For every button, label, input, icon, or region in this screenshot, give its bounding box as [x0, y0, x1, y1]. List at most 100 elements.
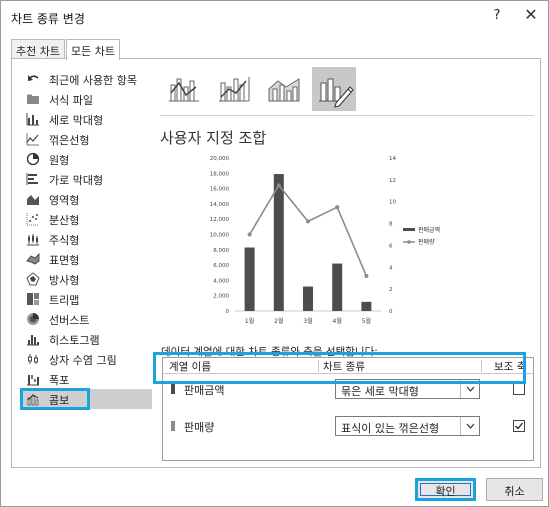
x-tick-label: 1월 — [245, 317, 254, 325]
bar-판매금액 — [244, 247, 255, 311]
pie-chart-icon — [26, 152, 40, 166]
series-color-swatch — [171, 421, 175, 431]
legend-marker — [407, 240, 411, 244]
sidebar-item-combo-chart[interactable]: 콤보 — [20, 388, 152, 410]
y-tick-label: 20,000 — [210, 156, 230, 162]
sidebar-item-folder[interactable]: 서식 파일 — [20, 89, 152, 109]
sidebar-item-box-whisker[interactable]: 상자 수염 그림 — [20, 349, 152, 369]
scatter-chart-icon — [26, 212, 40, 226]
sidebar-item-label: 폭포 — [49, 374, 70, 387]
ok-button[interactable]: 확인 — [415, 478, 476, 501]
undo-icon — [26, 72, 40, 86]
chart-preview-svg: 0 2,000 4,000 6,000 8,000 10,000 12,000 14,000 1… — [193, 150, 463, 332]
secondary-axis-checkbox[interactable] — [513, 420, 525, 432]
sidebar-item-label: 꺾은선형 — [49, 134, 90, 147]
series-name: 판매금액 — [184, 384, 225, 397]
chart-type-value: 묶은 세로 막대형 — [341, 385, 419, 398]
treemap-icon — [26, 292, 40, 306]
ok-button-label: 확인 — [435, 485, 456, 498]
clustered-column-line-secondary-icon[interactable] — [212, 67, 256, 111]
x-tick-label: 3월 — [303, 317, 312, 325]
legend-swatch-bar — [403, 228, 415, 231]
sidebar-item-histogram[interactable]: 히스토그램 — [20, 329, 152, 349]
chevron-down-icon[interactable] — [460, 417, 479, 435]
sidebar-item-scatter-chart[interactable]: 분산형 — [20, 209, 152, 229]
y-tick-label: 4,000 — [213, 278, 229, 284]
sidebar-item-label: 트리맵 — [49, 294, 80, 307]
chart-type-value: 표식이 있는 꺾은선형 — [341, 422, 440, 435]
stacked-area-column-icon[interactable] — [262, 67, 306, 111]
line-marker — [364, 274, 369, 279]
highlight-box — [20, 388, 90, 410]
sidebar-item-label: 서식 파일 — [49, 94, 93, 107]
sidebar-item-label: 가로 막대형 — [49, 174, 104, 187]
bar-판매금액 — [273, 174, 284, 311]
line-marker — [306, 219, 310, 224]
custom-combo-icon[interactable] — [312, 67, 356, 111]
close-icon[interactable]: ✕ — [521, 5, 541, 24]
divider — [160, 115, 534, 116]
clustered-column-line-icon[interactable] — [162, 67, 206, 111]
y2-tick-label: 4 — [389, 265, 393, 271]
sidebar-item-label: 히스토그램 — [49, 334, 100, 347]
box-whisker-icon — [26, 352, 40, 366]
legend-label: 판매량 — [418, 238, 435, 246]
x-tick-label: 5월 — [362, 317, 371, 325]
sidebar-item-surface-chart[interactable]: 표면형 — [20, 249, 152, 269]
sidebar-item-radar-chart[interactable]: 방사형 — [20, 269, 152, 289]
y-tick-label: 10,000 — [210, 233, 230, 239]
sidebar-item-label: 최근에 사용한 항목 — [49, 74, 137, 87]
y-tick-label: 14,000 — [210, 202, 230, 208]
sidebar-item-pie-chart[interactable]: 원형 — [20, 149, 152, 169]
sidebar-item-treemap[interactable]: 트리맵 — [20, 289, 152, 309]
checkmark-icon — [515, 422, 524, 430]
sidebar-item-undo[interactable]: 최근에 사용한 항목 — [20, 69, 152, 89]
sidebar-item-column-chart[interactable]: 세로 막대형 — [20, 109, 152, 129]
waterfall-icon — [26, 372, 40, 386]
column-chart-icon — [26, 112, 40, 126]
series-name: 판매량 — [184, 421, 215, 434]
highlight-box — [153, 352, 526, 384]
y-tick-label: 0 — [226, 309, 230, 315]
y-tick-label: 12,000 — [210, 217, 230, 223]
y2-tick-label: 10 — [389, 200, 396, 206]
tab-recommended-charts[interactable]: 추천 차트 — [11, 39, 65, 58]
radar-chart-icon — [26, 272, 40, 286]
sidebar-item-label: 세로 막대형 — [49, 114, 104, 127]
chart-type-select[interactable]: 표식이 있는 꺾은선형 — [335, 416, 480, 436]
sidebar-item-sunburst[interactable]: 선버스트 — [20, 309, 152, 329]
y-tick-label: 2,000 — [213, 294, 229, 300]
stock-chart-icon — [26, 232, 40, 246]
dialog-title: 차트 종류 변경 — [11, 12, 85, 26]
sidebar-item-label: 선버스트 — [49, 314, 90, 327]
legend-label: 판매금액 — [418, 226, 440, 234]
sidebar-item-label: 상자 수염 그림 — [49, 354, 117, 367]
change-chart-type-dialog: 차트 종류 변경 ? ✕ 추천 차트 모든 차트 최근에 사용한 항목서식 파일… — [0, 0, 549, 507]
bar-판매금액 — [332, 263, 343, 311]
tab-all-charts[interactable]: 모든 차트 — [66, 39, 120, 60]
x-tick-label: 2월 — [274, 317, 283, 325]
combo-title: 사용자 지정 조합 — [160, 129, 267, 147]
sidebar-item-waterfall[interactable]: 폭포 — [20, 369, 152, 389]
sidebar-item-label: 영역형 — [49, 194, 80, 207]
secondary-axis-checkbox[interactable] — [513, 383, 525, 395]
sidebar-item-line-chart[interactable]: 꺾은선형 — [20, 129, 152, 149]
folder-icon — [26, 92, 40, 106]
area-chart-icon — [26, 192, 40, 206]
all-charts-panel: 최근에 사용한 항목서식 파일세로 막대형꺾은선형원형가로 막대형영역형분산형주… — [11, 58, 541, 468]
y2-tick-label: 2 — [389, 287, 393, 293]
y2-tick-label: 0 — [389, 309, 393, 315]
sidebar-item-area-chart[interactable]: 영역형 — [20, 189, 152, 209]
cancel-button[interactable]: 취소 — [486, 478, 543, 501]
series-row-sales-volume: 판매량 표식이 있는 꺾은선형 — [163, 414, 533, 438]
sidebar-item-label: 분산형 — [49, 214, 80, 227]
series-color-swatch — [171, 384, 175, 394]
sidebar-item-stock-chart[interactable]: 주식형 — [20, 229, 152, 249]
sidebar-item-label: 원형 — [49, 154, 70, 167]
sidebar-item-bar-chart[interactable]: 가로 막대형 — [20, 169, 152, 189]
y-tick-label: 6,000 — [213, 263, 229, 269]
bar-판매금액 — [361, 301, 372, 311]
y2-tick-label: 8 — [389, 222, 393, 228]
x-tick-label: 4월 — [333, 317, 342, 325]
help-icon[interactable]: ? — [490, 8, 504, 23]
